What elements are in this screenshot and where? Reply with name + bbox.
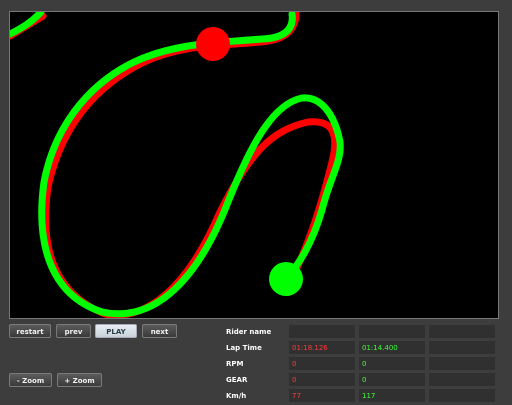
green-rpm: 0 bbox=[359, 357, 425, 370]
speed-label: Km/h bbox=[226, 391, 247, 400]
lap-time-label: Lap Time bbox=[226, 343, 262, 352]
green-rider-marker bbox=[269, 262, 303, 296]
rpm-label: RPM bbox=[226, 359, 244, 368]
red-lap-time: 01:18.126 bbox=[289, 341, 355, 354]
gear-label: GEAR bbox=[226, 375, 248, 384]
zoom-out-button[interactable]: - Zoom bbox=[9, 373, 52, 387]
red-rider-name bbox=[289, 325, 355, 338]
telemetry-row-rider-name: Rider name bbox=[223, 325, 495, 338]
red-rider-marker bbox=[196, 27, 230, 61]
red-rpm: 0 bbox=[289, 357, 355, 370]
telemetry-table: Rider name Lap Time 01:18.126 01:14.400 … bbox=[219, 322, 499, 405]
green-rider-name bbox=[359, 325, 425, 338]
green-speed: 117 bbox=[359, 389, 425, 402]
empty-cell bbox=[429, 389, 495, 402]
red-speed: 77 bbox=[289, 389, 355, 402]
empty-cell bbox=[429, 357, 495, 370]
next-button[interactable]: next bbox=[142, 324, 177, 338]
empty-cell bbox=[429, 325, 495, 338]
prev-button[interactable]: prev bbox=[56, 324, 91, 338]
green-lap-time: 01:14.400 bbox=[359, 341, 425, 354]
empty-cell bbox=[429, 341, 495, 354]
telemetry-row-gear: GEAR 0 0 bbox=[223, 373, 495, 386]
zoom-in-button[interactable]: + Zoom bbox=[57, 373, 102, 387]
restart-button[interactable]: restart bbox=[9, 324, 51, 338]
telemetry-row-rpm: RPM 0 0 bbox=[223, 357, 495, 370]
telemetry-row-lap-time: Lap Time 01:18.126 01:14.400 bbox=[223, 341, 495, 354]
red-gear: 0 bbox=[289, 373, 355, 386]
empty-cell bbox=[429, 373, 495, 386]
track-map-canvas[interactable] bbox=[9, 11, 499, 319]
rider-name-label: Rider name bbox=[226, 327, 272, 336]
telemetry-row-speed: Km/h 77 117 bbox=[223, 389, 495, 402]
track-map bbox=[10, 12, 344, 318]
play-button[interactable]: PLAY bbox=[95, 324, 137, 338]
green-gear: 0 bbox=[359, 373, 425, 386]
